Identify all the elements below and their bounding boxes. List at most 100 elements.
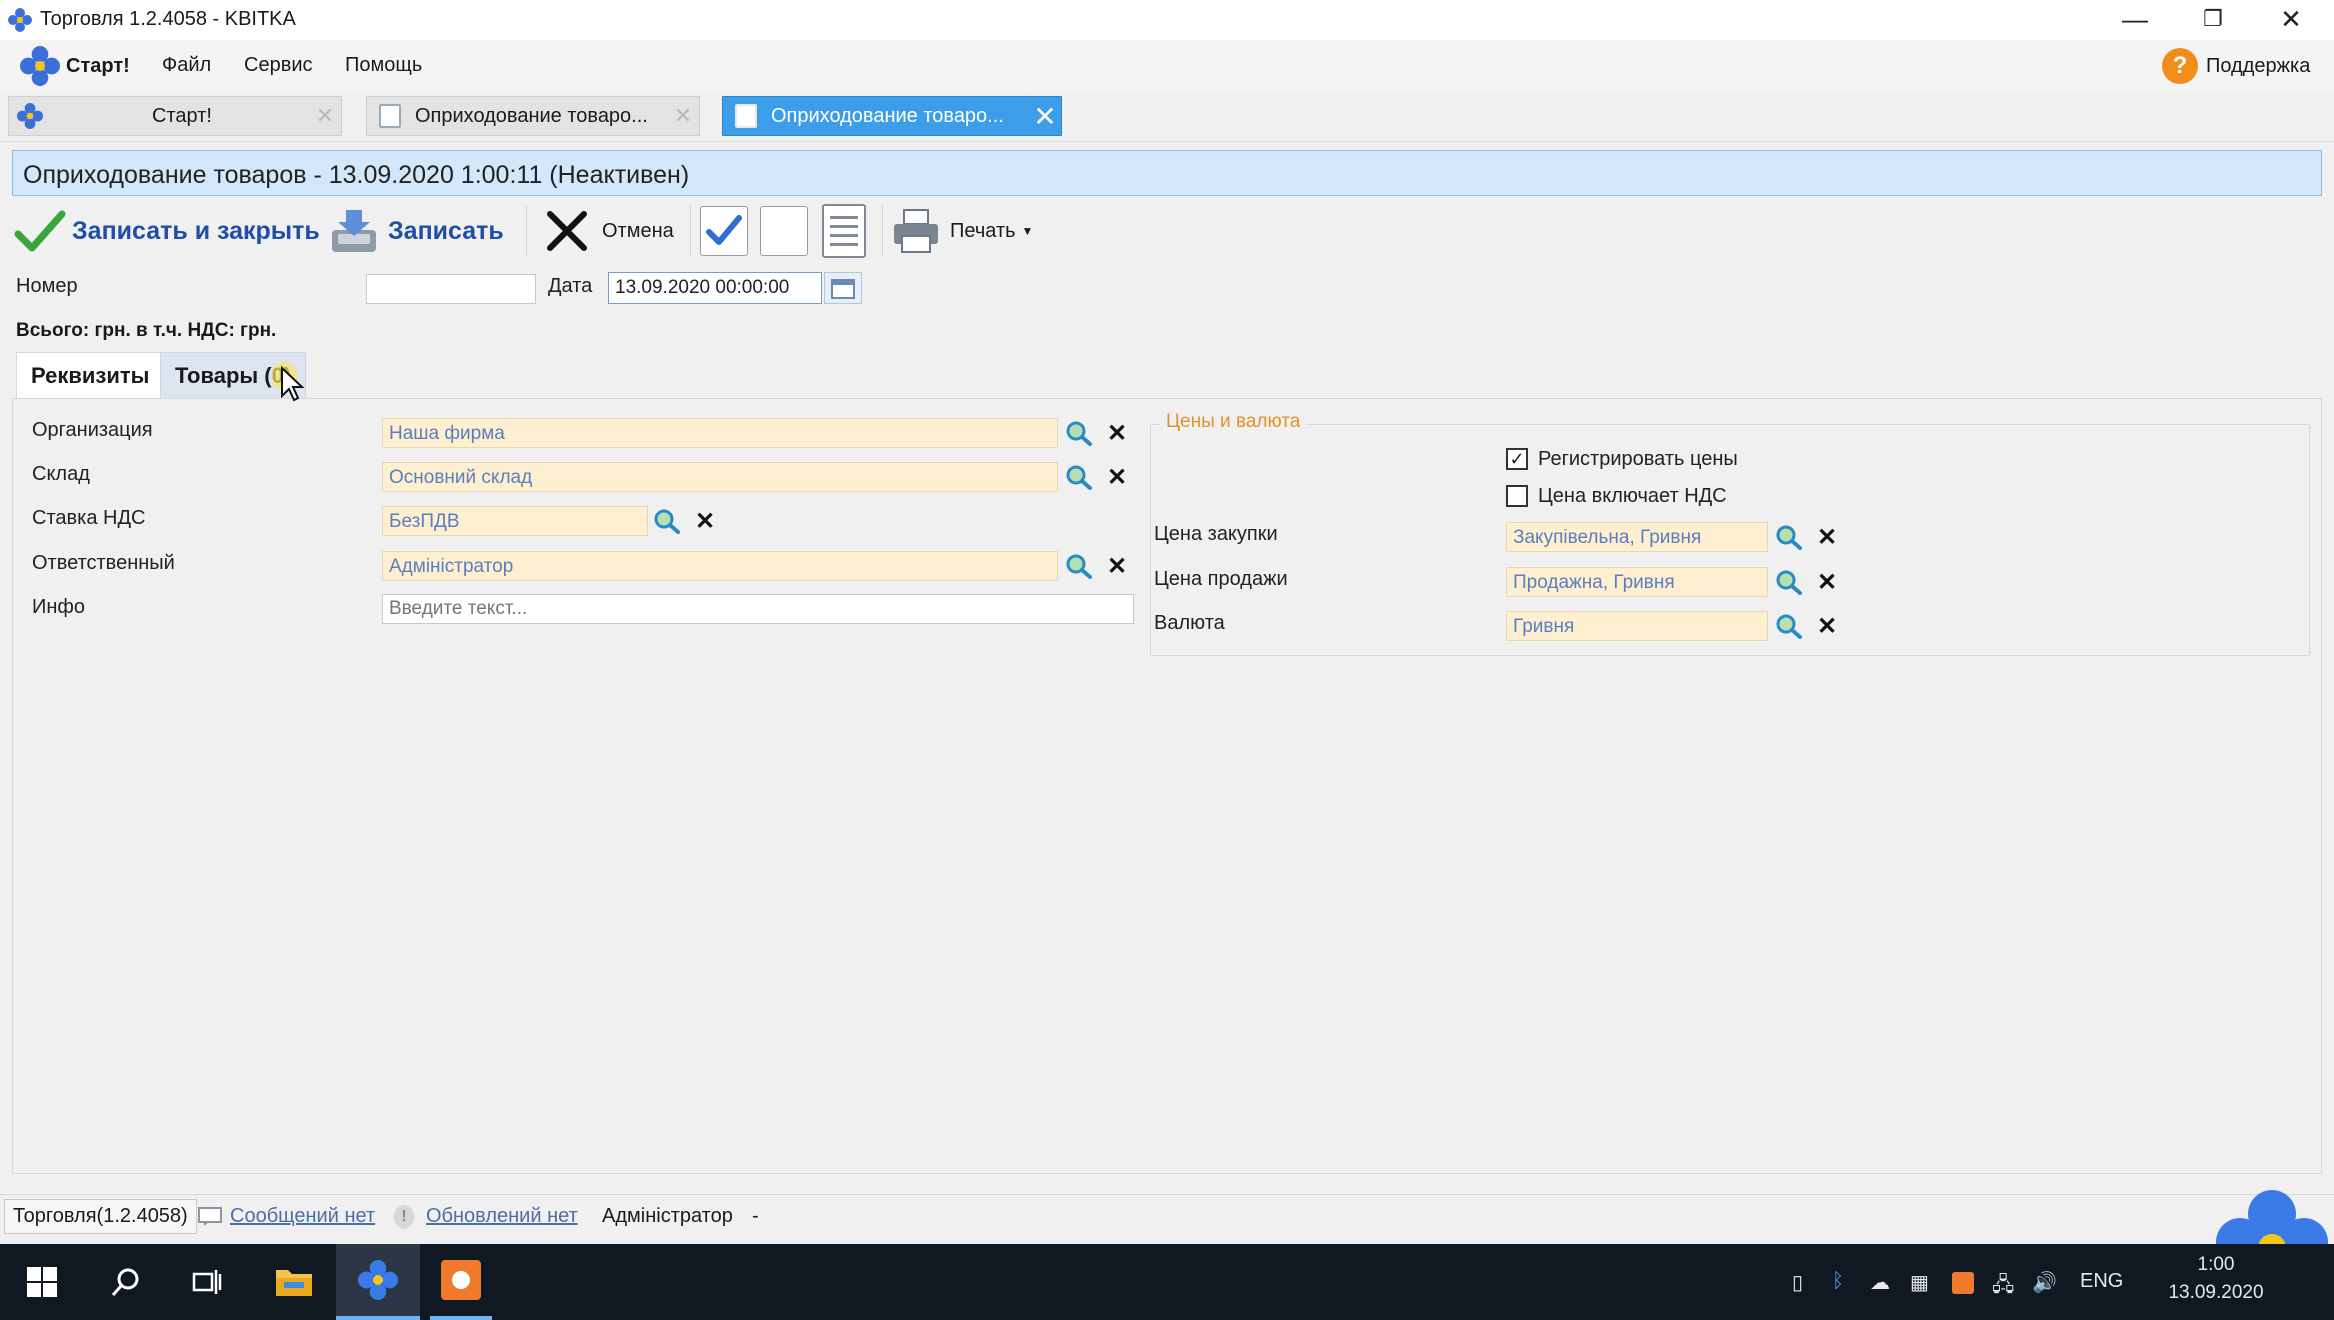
cancel-label: Отмена bbox=[602, 219, 674, 242]
sale-price-label: Цена продажи bbox=[1154, 568, 1288, 590]
updates-link[interactable]: Обновлений нет bbox=[426, 1205, 578, 1228]
menu-file[interactable]: Файл bbox=[162, 54, 211, 77]
document-icon bbox=[735, 104, 757, 128]
toolbar-divider bbox=[526, 206, 527, 256]
responsible-field[interactable]: Адміністратор bbox=[382, 551, 1058, 581]
tab-receipt-2[interactable]: Оприходование товаро... ✕ bbox=[722, 96, 1062, 136]
mouse-cursor-icon bbox=[272, 362, 305, 402]
save-label: Записать bbox=[388, 216, 504, 245]
flower-logo-icon bbox=[20, 46, 60, 86]
responsible-search-button[interactable] bbox=[1064, 551, 1094, 581]
print-label: Печать bbox=[950, 219, 1016, 242]
purchase-price-clear-button[interactable]: ✕ bbox=[1812, 522, 1842, 552]
save-close-button[interactable]: Записать и закрыть bbox=[14, 206, 320, 256]
network-icon[interactable]: 🖧 bbox=[1992, 1270, 2014, 1304]
warehouse-clear-button[interactable]: ✕ bbox=[1102, 462, 1132, 492]
status-app-version: Торговля(1.2.4058) bbox=[4, 1199, 197, 1234]
calendar-icon bbox=[831, 279, 855, 299]
organization-field[interactable]: Наша фирма bbox=[382, 418, 1058, 448]
language-indicator[interactable]: ENG bbox=[2080, 1270, 2123, 1293]
vat-rate-search-button[interactable] bbox=[652, 506, 682, 536]
purchase-price-field[interactable]: Закупівельна, Гривня bbox=[1506, 522, 1768, 552]
currency-field[interactable]: Гривня bbox=[1506, 611, 1768, 641]
taskbar-clock[interactable]: 1:00 13.09.2020 bbox=[2166, 1254, 2266, 1304]
tab-label: Оприходование товаро... bbox=[415, 104, 648, 127]
document-icon bbox=[379, 104, 401, 128]
taskbar-recorder-app[interactable] bbox=[430, 1244, 492, 1320]
menu-bar: Старт! Файл Сервис Помощь ? Поддержка bbox=[0, 40, 2334, 92]
close-icon[interactable]: ✕ bbox=[667, 103, 699, 129]
totals-text: Всього: грн. в т.ч. НДС: грн. bbox=[16, 320, 277, 341]
sale-price-clear-button[interactable]: ✕ bbox=[1812, 567, 1842, 597]
search-icon[interactable] bbox=[98, 1254, 154, 1310]
search-icon bbox=[1776, 614, 1802, 639]
post-document-button[interactable] bbox=[700, 206, 748, 256]
status-bar: Торговля(1.2.4058) Сообщений нет ! Обнов… bbox=[0, 1194, 2334, 1236]
recorder-tray-icon[interactable] bbox=[1952, 1272, 1974, 1294]
calendar-button[interactable] bbox=[824, 272, 862, 304]
purchase-price-search-button[interactable] bbox=[1774, 522, 1804, 552]
status-suffix: - bbox=[752, 1205, 759, 1227]
keyboard-icon[interactable]: ▦ bbox=[1910, 1270, 1929, 1295]
task-view-icon[interactable] bbox=[180, 1254, 236, 1310]
messages-link[interactable]: Сообщений нет bbox=[230, 1205, 375, 1228]
warehouse-field[interactable]: Основний склад bbox=[382, 462, 1058, 492]
warehouse-label: Склад bbox=[32, 463, 90, 485]
responsible-clear-button[interactable]: ✕ bbox=[1102, 551, 1132, 581]
minimize-button[interactable]: — bbox=[2100, 0, 2170, 38]
app-logo-icon bbox=[8, 8, 32, 32]
vat-rate-field[interactable]: БезПДВ bbox=[382, 506, 648, 536]
print-button[interactable]: Печать ▼ bbox=[892, 208, 1033, 254]
currency-search-button[interactable] bbox=[1774, 611, 1804, 641]
vat-rate-clear-button[interactable]: ✕ bbox=[690, 506, 720, 536]
menu-service[interactable]: Сервис bbox=[244, 54, 313, 77]
sale-price-search-button[interactable] bbox=[1774, 567, 1804, 597]
tab-receipt-1[interactable]: Оприходование товаро... ✕ bbox=[366, 96, 700, 136]
bluetooth-icon[interactable]: ᛒ bbox=[1832, 1270, 1844, 1293]
register-prices-label: Регистрировать цены bbox=[1538, 448, 1738, 470]
register-prices-checkbox[interactable]: ✓ bbox=[1506, 448, 1528, 470]
number-input[interactable] bbox=[366, 274, 536, 304]
file-explorer-icon[interactable] bbox=[266, 1254, 322, 1310]
warehouse-search-button[interactable] bbox=[1064, 462, 1094, 492]
windows-start-icon[interactable] bbox=[14, 1254, 70, 1310]
sale-price-field[interactable]: Продажна, Гривня bbox=[1506, 567, 1768, 597]
window-title: Торговля 1.2.4058 - KBITKA bbox=[40, 8, 296, 30]
toolbar-divider bbox=[690, 206, 691, 256]
chevron-down-icon: ▼ bbox=[1021, 224, 1034, 238]
close-icon[interactable]: ✕ bbox=[309, 103, 341, 129]
menu-help[interactable]: Помощь bbox=[345, 54, 422, 77]
recorder-icon bbox=[441, 1260, 481, 1300]
menu-start[interactable]: Старт! bbox=[20, 46, 130, 86]
info-input[interactable] bbox=[382, 594, 1134, 624]
unpost-document-button[interactable] bbox=[760, 206, 808, 256]
support-button[interactable]: ? Поддержка bbox=[2162, 48, 2310, 84]
taskbar-time: 1:00 bbox=[2197, 1254, 2235, 1275]
save-button[interactable]: Записать bbox=[328, 206, 504, 256]
tab-label: Старт! bbox=[152, 104, 212, 127]
taskbar-trade-app[interactable] bbox=[336, 1244, 420, 1320]
tab-requisites[interactable]: Реквизиты bbox=[16, 352, 165, 398]
close-icon[interactable]: ✕ bbox=[1029, 100, 1061, 133]
vat-rate-label: Ставка НДС bbox=[32, 507, 146, 529]
restore-button[interactable]: ❐ bbox=[2178, 0, 2248, 38]
close-window-button[interactable]: ✕ bbox=[2256, 0, 2326, 38]
cloud-icon[interactable]: ☁ bbox=[1870, 1270, 1890, 1295]
search-icon bbox=[1776, 570, 1802, 595]
menu-start-label: Старт! bbox=[66, 54, 130, 77]
volume-icon[interactable]: 🔊 bbox=[2032, 1270, 2057, 1295]
currency-clear-button[interactable]: ✕ bbox=[1812, 611, 1842, 641]
save-tray-icon bbox=[332, 210, 376, 252]
tab-start[interactable]: Старт! ✕ bbox=[8, 96, 342, 136]
currency-label: Валюта bbox=[1154, 612, 1225, 634]
search-icon bbox=[1066, 421, 1092, 446]
search-icon bbox=[1776, 525, 1802, 550]
price-includes-vat-checkbox[interactable] bbox=[1506, 485, 1528, 507]
cancel-button[interactable]: Отмена bbox=[544, 206, 674, 256]
usb-icon[interactable]: ▯ bbox=[1792, 1270, 1803, 1295]
document-icon[interactable] bbox=[822, 204, 866, 258]
date-input[interactable]: 13.09.2020 00:00:00 bbox=[608, 272, 822, 304]
title-bar: Торговля 1.2.4058 - KBITKA — ❐ ✕ bbox=[0, 0, 2334, 40]
organization-search-button[interactable] bbox=[1064, 418, 1094, 448]
organization-clear-button[interactable]: ✕ bbox=[1102, 418, 1132, 448]
